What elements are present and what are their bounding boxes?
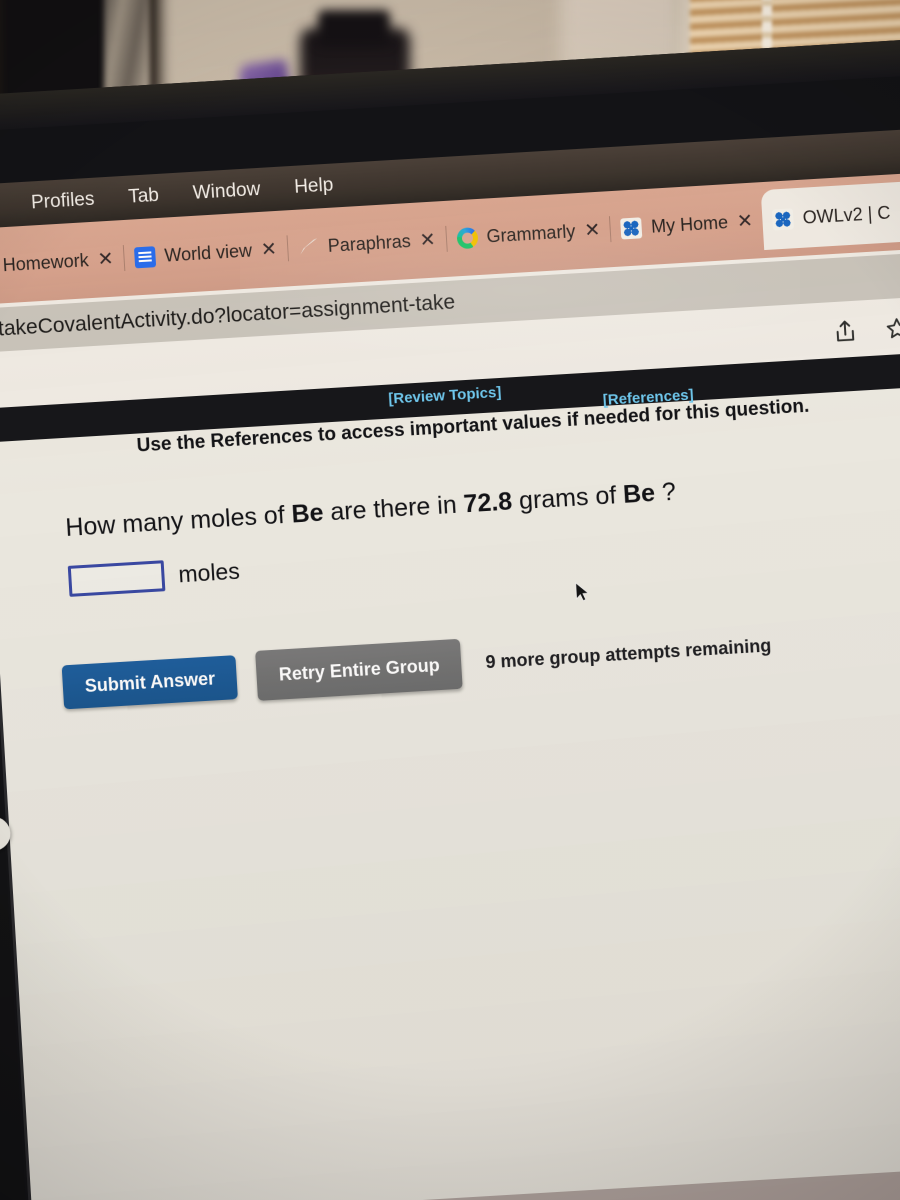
menu-item-profiles[interactable]: Profiles: [14, 188, 112, 216]
question-text: How many moles of Be are there in 72.8 g…: [65, 478, 677, 543]
tab-title: World view: [163, 239, 253, 266]
unit-label: moles: [177, 557, 241, 588]
close-icon[interactable]: ✕: [260, 237, 277, 261]
close-icon[interactable]: ✕: [584, 218, 601, 242]
menu-item-help[interactable]: Help: [277, 174, 351, 200]
menu-item-bookmarks[interactable]: ks: [0, 193, 15, 218]
laptop-screen: ks Profiles Tab Window Help Homework ✕ W…: [0, 126, 900, 1200]
mouse-cursor: [575, 581, 592, 604]
tab-title: Paraphras: [327, 230, 412, 256]
browser-tab-owlv2-active[interactable]: OWLv2 | C ✕: [761, 180, 900, 251]
answer-row: moles: [67, 556, 241, 597]
menu-item-window[interactable]: Window: [175, 178, 278, 206]
close-icon[interactable]: ✕: [97, 247, 114, 271]
retry-entire-group-button[interactable]: Retry Entire Group: [255, 638, 464, 701]
browser-tab-my-home[interactable]: My Home ✕: [609, 190, 764, 259]
question-element-2: Be: [622, 478, 656, 509]
question-element-1: Be: [290, 498, 325, 529]
google-docs-icon: [133, 245, 157, 268]
share-icon[interactable]: [831, 318, 858, 345]
grammarly-icon: [455, 226, 479, 249]
tab-title: My Home: [650, 211, 729, 237]
quillbot-icon: [297, 236, 319, 258]
menu-item-tab[interactable]: Tab: [111, 184, 177, 210]
answer-input[interactable]: [67, 560, 166, 597]
question-prefix: How many moles of: [64, 500, 293, 542]
close-icon[interactable]: ✕: [419, 228, 436, 252]
browser-tab-paraphraser[interactable]: Paraphras ✕: [286, 209, 447, 278]
attempts-remaining-text: 9 more group attempts remaining: [484, 634, 772, 672]
button-row: Submit Answer Retry Entire Group 9 more …: [61, 620, 772, 712]
question-unit: grams of: [511, 480, 624, 516]
review-topics-link[interactable]: [Review Topics]: [388, 384, 502, 408]
tab-title: Homework: [2, 249, 90, 275]
tab-title: OWLv2 | C: [802, 202, 891, 228]
owl-icon: [772, 207, 795, 230]
photo-of-laptop-screen: ks Profiles Tab Window Help Homework ✕ W…: [0, 0, 900, 1200]
submit-answer-button[interactable]: Submit Answer: [61, 655, 239, 710]
browser-tab-world-view[interactable]: World view ✕: [123, 218, 289, 288]
close-icon[interactable]: ✕: [736, 209, 753, 233]
question-mass: 72.8: [462, 487, 513, 519]
browser-tab-grammarly[interactable]: Grammarly ✕: [445, 199, 612, 269]
tab-title: Grammarly: [485, 220, 576, 246]
owl-icon: [620, 216, 643, 239]
browser-tab-homework[interactable]: Homework ✕: [0, 228, 125, 297]
bottle-cap: [318, 10, 390, 46]
question-suffix: ?: [654, 477, 677, 507]
question-middle: are there in: [322, 490, 465, 527]
star-icon[interactable]: [883, 315, 900, 342]
page-content: [Review Topics] [References] Use the Ref…: [0, 349, 900, 1200]
